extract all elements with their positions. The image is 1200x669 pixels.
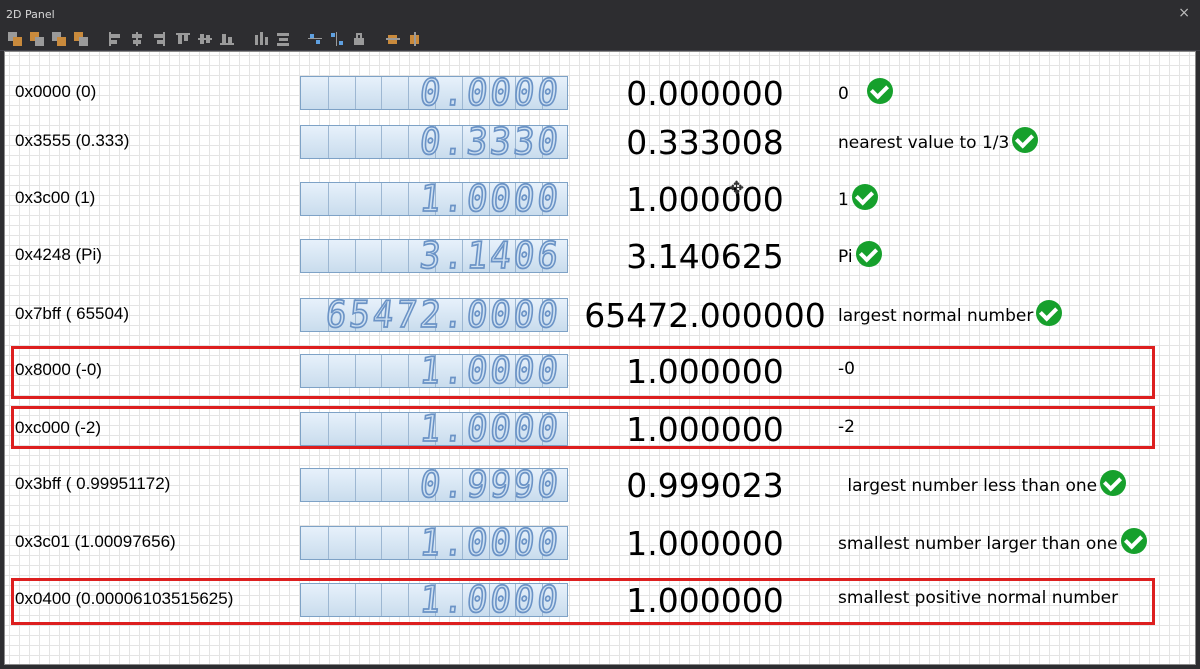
hex-label: 0xc000 (-2) [15, 418, 101, 437]
ungroup-icon[interactable] [330, 32, 344, 46]
checkmark-icon [1012, 127, 1039, 153]
hex-label: 0x3c00 (1) [15, 188, 96, 207]
bring-forward-icon[interactable] [30, 32, 44, 46]
align-middle-icon[interactable] [198, 32, 212, 46]
checkmark-icon [1100, 470, 1127, 496]
checkmark-icon [866, 78, 893, 104]
lock-icon[interactable] [352, 32, 366, 46]
align-right-icon[interactable] [152, 32, 166, 46]
description-label: 1 [838, 184, 878, 213]
description-text: largest normal number [838, 306, 1034, 326]
description-text: Pi [838, 247, 853, 267]
align-bottom-icon[interactable] [220, 32, 234, 46]
description-text: -0 [838, 359, 855, 379]
hex-label: 0x0400 (0.00006103515625) [15, 589, 234, 608]
segment-digits: 1.0000 [417, 354, 564, 388]
description-label: -2 [838, 417, 855, 437]
segment-digits: 1.0000 [417, 412, 564, 446]
checkmark-icon [1120, 528, 1147, 554]
hex-label: 0x7bff ( 65504) [15, 304, 130, 323]
decoded-value: 1.000000 [626, 581, 784, 620]
description-label: largest normal number [838, 300, 1063, 329]
send-back-icon[interactable] [8, 32, 22, 46]
seven-segment-display[interactable]: 3.1406 [300, 239, 568, 273]
seven-segment-display[interactable]: 65472.0000 [300, 298, 568, 332]
decoded-value: 1.000000 [626, 524, 784, 563]
segment-digits: 0.3330 [417, 125, 564, 159]
seven-segment-display[interactable]: 1.0000 [300, 182, 568, 216]
description-label: smallest positive normal number [838, 588, 1118, 608]
align-center-icon[interactable] [130, 32, 144, 46]
description-text: 0 [838, 84, 849, 104]
distribute-h-icon[interactable] [254, 32, 268, 46]
seven-segment-display[interactable]: 0.9990 [300, 468, 568, 502]
hex-label: 0x3bff ( 0.99951172) [15, 474, 171, 493]
description-label: 0 [838, 78, 893, 107]
decoded-value: 1.000000 [626, 180, 784, 219]
align-top-icon[interactable] [176, 32, 190, 46]
description-text: smallest positive normal number [838, 588, 1119, 608]
segment-digits: 1.0000 [417, 583, 564, 617]
close-icon[interactable]: × [1178, 5, 1190, 21]
segment-digits: 0.0000 [417, 76, 564, 110]
seven-segment-display[interactable]: 0.0000 [300, 76, 568, 110]
seven-segment-display[interactable]: 0.3330 [300, 125, 568, 159]
description-label: nearest value to 1/3 [838, 127, 1039, 156]
group-icon[interactable] [308, 32, 322, 46]
distribute-v-icon[interactable] [276, 32, 290, 46]
description-label: -0 [838, 359, 855, 379]
hex-label: 0x0000 (0) [15, 82, 97, 101]
design-canvas[interactable]: 0x0000 (0) 0.0000 0.000000 0 0x3555 (0.333) 0… [4, 51, 1196, 665]
checkmark-icon [1036, 300, 1063, 326]
hex-label: 0x8000 (-0) [15, 360, 102, 379]
cut-icon[interactable] [386, 32, 400, 46]
seven-segment-display[interactable]: 1.0000 [300, 526, 568, 560]
description-text: smallest number larger than one [838, 534, 1118, 554]
description-label: smallest number larger than one [838, 528, 1147, 557]
segment-digits: 1.0000 [417, 182, 564, 216]
decoded-value: 3.140625 [626, 237, 784, 276]
segment-digits: 1.0000 [417, 526, 564, 560]
hex-label: 0x3555 (0.333) [15, 131, 130, 150]
hex-label: 0x4248 (Pi) [15, 245, 102, 264]
description-text: largest number less than one [842, 476, 1098, 496]
seven-segment-display[interactable]: 1.0000 [300, 412, 568, 446]
move-cursor-icon: ✥ [729, 178, 745, 199]
decoded-value: 0.333008 [626, 123, 784, 162]
segment-digits: 0.9990 [417, 468, 564, 502]
checkmark-icon [855, 241, 882, 267]
decoded-value: 1.000000 [626, 410, 784, 449]
bring-front-icon[interactable] [74, 32, 88, 46]
description-text: nearest value to 1/3 [838, 133, 1010, 153]
align-left-icon[interactable] [108, 32, 122, 46]
segment-digits: 65472.0000 [323, 298, 564, 332]
segment-digits: 3.1406 [417, 239, 564, 273]
window-title: 2D Panel [6, 8, 55, 21]
toolbar [0, 28, 1200, 51]
send-backward-icon[interactable] [52, 32, 66, 46]
description-text: 1 [838, 190, 849, 210]
decoded-value: 0.999023 [626, 466, 784, 505]
delete-icon[interactable] [408, 32, 422, 46]
seven-segment-display[interactable]: 1.0000 [300, 354, 568, 388]
description-text: -2 [838, 417, 855, 437]
seven-segment-display[interactable]: 1.0000 [300, 583, 568, 617]
checkmark-icon [851, 184, 878, 210]
hex-label: 0x3c01 (1.00097656) [15, 532, 176, 551]
decoded-value: 0.000000 [626, 74, 784, 113]
description-label: Pi [838, 241, 882, 270]
decoded-value: 65472.000000 [584, 296, 826, 335]
description-label: largest number less than one [842, 470, 1127, 499]
window-titlebar: 2D Panel × [0, 0, 1200, 28]
decoded-value: 1.000000 [626, 352, 784, 391]
